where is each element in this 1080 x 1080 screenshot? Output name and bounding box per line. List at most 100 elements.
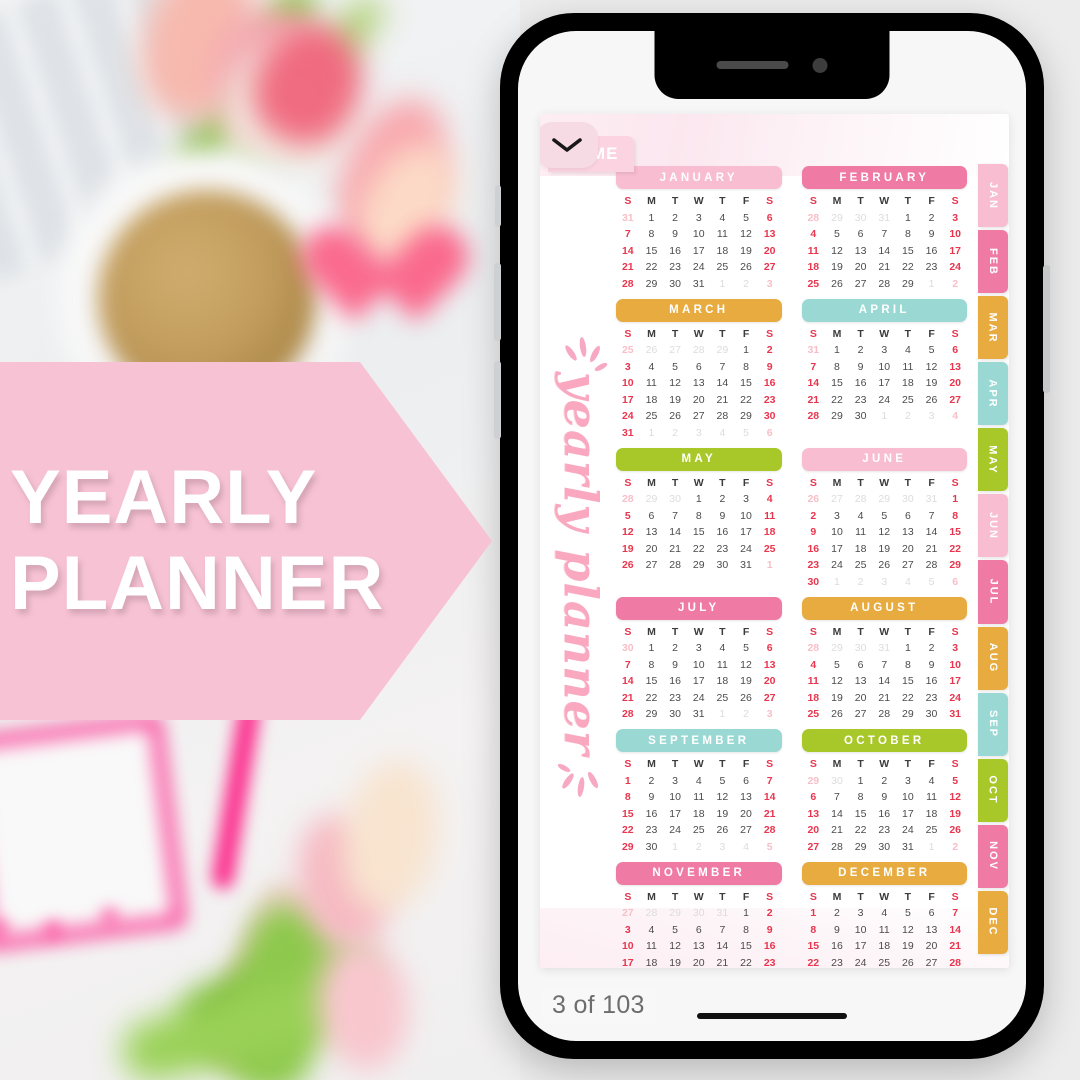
calendar-day-cell[interactable]: 24 — [943, 692, 967, 704]
calendar-day-cell[interactable]: 25 — [758, 543, 782, 555]
calendar-day-cell[interactable]: 26 — [616, 559, 640, 571]
calendar-day-cell[interactable]: 28 — [849, 493, 873, 505]
calendar-day-cell[interactable]: 12 — [825, 245, 849, 257]
calendar-day-cell[interactable]: 29 — [640, 708, 664, 720]
calendar-day-cell[interactable]: 19 — [943, 808, 967, 820]
calendar-day-cell[interactable]: 29 — [616, 841, 640, 853]
calendar-day-cell[interactable]: 8 — [896, 659, 920, 671]
calendar-day-cell[interactable]: 6 — [758, 642, 782, 654]
calendar-day-cell[interactable]: 25 — [640, 410, 664, 422]
calendar-day-cell[interactable]: 27 — [849, 708, 873, 720]
calendar-day-cell[interactable]: 11 — [802, 675, 826, 687]
month-tab-jul[interactable]: JUL — [978, 560, 1008, 624]
calendar-day-cell[interactable]: 11 — [640, 940, 664, 952]
calendar-day-cell[interactable]: 27 — [758, 692, 782, 704]
calendar-day-cell[interactable]: 2 — [920, 212, 944, 224]
calendar-day-cell[interactable]: 28 — [872, 708, 896, 720]
calendar-day-cell[interactable]: 5 — [663, 924, 687, 936]
calendar-day-cell[interactable]: 29 — [640, 278, 664, 290]
home-indicator[interactable] — [697, 1013, 847, 1019]
calendar-day-cell[interactable]: 29 — [734, 410, 758, 422]
calendar-day-cell[interactable]: 2 — [825, 907, 849, 919]
calendar-day-cell[interactable]: 25 — [872, 957, 896, 969]
calendar-day-cell[interactable]: 10 — [687, 659, 711, 671]
calendar-day-cell[interactable]: 25 — [802, 708, 826, 720]
calendar-day-cell[interactable]: 14 — [616, 675, 640, 687]
calendar-day-cell[interactable]: 24 — [687, 692, 711, 704]
calendar-day-cell[interactable]: 30 — [687, 907, 711, 919]
calendar-day-cell[interactable]: 5 — [758, 841, 782, 853]
calendar-day-cell[interactable]: 14 — [920, 526, 944, 538]
calendar-day-cell[interactable]: 5 — [943, 775, 967, 787]
calendar-day-cell[interactable]: 24 — [896, 824, 920, 836]
calendar-day-cell[interactable]: 2 — [872, 775, 896, 787]
calendar-day-cell[interactable]: 10 — [943, 659, 967, 671]
calendar-day-cell[interactable]: 17 — [896, 808, 920, 820]
calendar-day-cell[interactable]: 15 — [687, 526, 711, 538]
calendar-day-cell[interactable]: 26 — [943, 824, 967, 836]
calendar-day-cell[interactable]: 15 — [849, 808, 873, 820]
calendar-day-cell[interactable]: 17 — [943, 675, 967, 687]
calendar-day-cell[interactable]: 28 — [663, 559, 687, 571]
calendar-day-cell[interactable]: 21 — [711, 957, 735, 969]
calendar-day-cell[interactable]: 26 — [802, 493, 826, 505]
calendar-day-cell[interactable]: 29 — [687, 559, 711, 571]
chevron-down-icon[interactable] — [540, 122, 598, 168]
calendar-day-cell[interactable]: 13 — [802, 808, 826, 820]
calendar-day-cell[interactable]: 7 — [872, 659, 896, 671]
calendar-day-cell[interactable]: 19 — [734, 245, 758, 257]
calendar-day-cell[interactable]: 16 — [663, 675, 687, 687]
calendar-day-cell[interactable]: 12 — [896, 924, 920, 936]
calendar-day-cell[interactable]: 4 — [896, 344, 920, 356]
calendar-day-cell[interactable]: 20 — [758, 245, 782, 257]
calendar-day-cell[interactable]: 2 — [640, 775, 664, 787]
month-tab-sep[interactable]: SEP — [978, 692, 1008, 756]
calendar-day-cell[interactable]: 24 — [872, 394, 896, 406]
calendar-day-cell[interactable]: 9 — [758, 924, 782, 936]
calendar-day-cell[interactable]: 25 — [687, 824, 711, 836]
calendar-day-cell[interactable]: 3 — [943, 212, 967, 224]
calendar-day-cell[interactable]: 24 — [687, 261, 711, 273]
calendar-day-cell[interactable]: 28 — [640, 907, 664, 919]
calendar-day-cell[interactable]: 1 — [758, 559, 782, 571]
calendar-day-cell[interactable]: 26 — [663, 410, 687, 422]
calendar-day-cell[interactable]: 21 — [711, 394, 735, 406]
calendar-day-cell[interactable]: 6 — [896, 510, 920, 522]
calendar-day-cell[interactable]: 16 — [663, 245, 687, 257]
calendar-day-cell[interactable]: 18 — [872, 940, 896, 952]
calendar-day-cell[interactable]: 23 — [920, 692, 944, 704]
planner-page[interactable]: HOME yearl — [540, 114, 1009, 968]
calendar-day-cell[interactable]: 14 — [711, 377, 735, 389]
calendar-day-cell[interactable]: 3 — [711, 841, 735, 853]
calendar-day-cell[interactable]: 8 — [802, 924, 826, 936]
calendar-day-cell[interactable]: 4 — [758, 493, 782, 505]
calendar-day-cell[interactable]: 27 — [640, 559, 664, 571]
calendar-day-cell[interactable]: 10 — [872, 361, 896, 373]
calendar-day-cell[interactable]: 28 — [920, 559, 944, 571]
calendar-day-cell[interactable]: 6 — [943, 576, 967, 588]
calendar-day-cell[interactable]: 4 — [711, 427, 735, 439]
calendar-day-cell[interactable]: 1 — [640, 212, 664, 224]
calendar-day-cell[interactable]: 25 — [802, 278, 826, 290]
calendar-day-cell[interactable]: 4 — [640, 924, 664, 936]
calendar-day-cell[interactable]: 31 — [734, 559, 758, 571]
month-tab-may[interactable]: MAY — [978, 428, 1008, 492]
calendar-day-cell[interactable]: 12 — [663, 940, 687, 952]
calendar-day-cell[interactable]: 22 — [734, 394, 758, 406]
calendar-day-cell[interactable]: 3 — [943, 642, 967, 654]
calendar-day-cell[interactable]: 18 — [711, 675, 735, 687]
calendar-day-cell[interactable]: 16 — [920, 675, 944, 687]
calendar-day-cell[interactable]: 12 — [711, 791, 735, 803]
month-header[interactable]: AUGUST — [801, 596, 967, 620]
calendar-day-cell[interactable]: 2 — [734, 278, 758, 290]
calendar-day-cell[interactable]: 19 — [920, 377, 944, 389]
calendar-day-cell[interactable]: 7 — [711, 924, 735, 936]
calendar-day-cell[interactable]: 23 — [758, 957, 782, 969]
calendar-day-cell[interactable]: 30 — [616, 642, 640, 654]
calendar-day-cell[interactable]: 12 — [734, 659, 758, 671]
calendar-day-cell[interactable]: 26 — [825, 708, 849, 720]
calendar-day-cell[interactable]: 17 — [849, 940, 873, 952]
calendar-day-cell[interactable]: 19 — [825, 261, 849, 273]
volume-up-button[interactable] — [494, 263, 501, 341]
calendar-day-cell[interactable]: 24 — [943, 261, 967, 273]
